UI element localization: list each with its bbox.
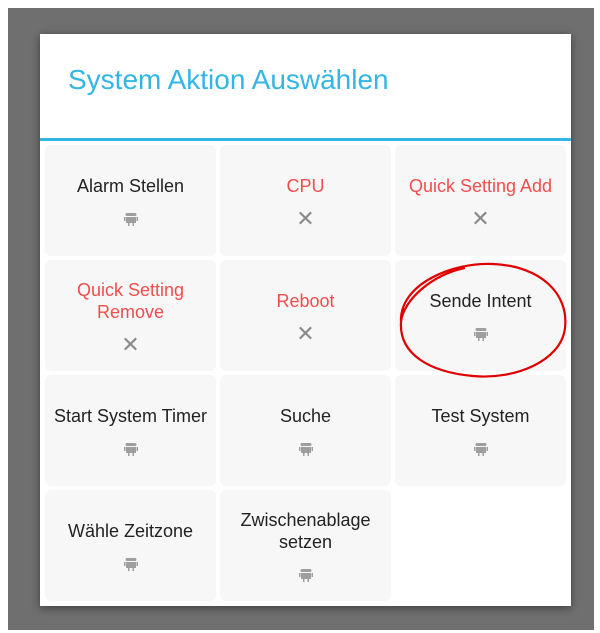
dialog-title: System Aktion Auswählen (68, 64, 389, 95)
android-icon (123, 441, 138, 457)
action-zwischenablage-setzen[interactable]: Zwischenablage setzen (220, 490, 391, 601)
action-label: Alarm Stellen (76, 175, 185, 196)
action-grid: Alarm Stellen CPU ✕ Quick Setting Add ✕ … (45, 145, 566, 601)
action-label: Quick Setting Remove (76, 279, 185, 322)
empty-cell (395, 490, 566, 601)
action-label: Quick Setting Add (408, 175, 553, 196)
android-icon (123, 556, 138, 572)
close-icon: ✕ (296, 320, 315, 346)
android-icon (473, 441, 488, 457)
action-label: Test System (431, 405, 530, 426)
select-system-action-dialog: System Aktion Auswählen Alarm Stellen CP… (40, 34, 571, 606)
action-quick-setting-remove[interactable]: Quick Setting Remove ✕ (45, 260, 216, 371)
action-label: CPU (286, 175, 325, 196)
close-icon: ✕ (296, 205, 315, 231)
android-icon (123, 211, 138, 227)
action-label: Wähle Zeitzone (67, 520, 194, 541)
action-reboot[interactable]: Reboot ✕ (220, 260, 391, 371)
action-suche[interactable]: Suche (220, 375, 391, 486)
title-divider (40, 138, 571, 141)
action-label: Start System Timer (53, 405, 208, 426)
android-icon (473, 326, 488, 342)
action-waehle-zeitzone[interactable]: Wähle Zeitzone (45, 490, 216, 601)
action-test-system[interactable]: Test System (395, 375, 566, 486)
close-icon: ✕ (471, 205, 490, 231)
action-quick-setting-add[interactable]: Quick Setting Add ✕ (395, 145, 566, 256)
action-start-system-timer[interactable]: Start System Timer (45, 375, 216, 486)
action-alarm-stellen[interactable]: Alarm Stellen (45, 145, 216, 256)
action-label: Zwischenablage setzen (240, 509, 371, 552)
android-icon (298, 441, 313, 457)
action-sende-intent[interactable]: Sende Intent (395, 260, 566, 371)
action-cpu[interactable]: CPU ✕ (220, 145, 391, 256)
action-label: Reboot (276, 290, 335, 311)
close-icon: ✕ (121, 331, 140, 357)
android-icon (298, 567, 313, 583)
action-label: Suche (279, 405, 332, 426)
action-label: Sende Intent (429, 290, 532, 311)
